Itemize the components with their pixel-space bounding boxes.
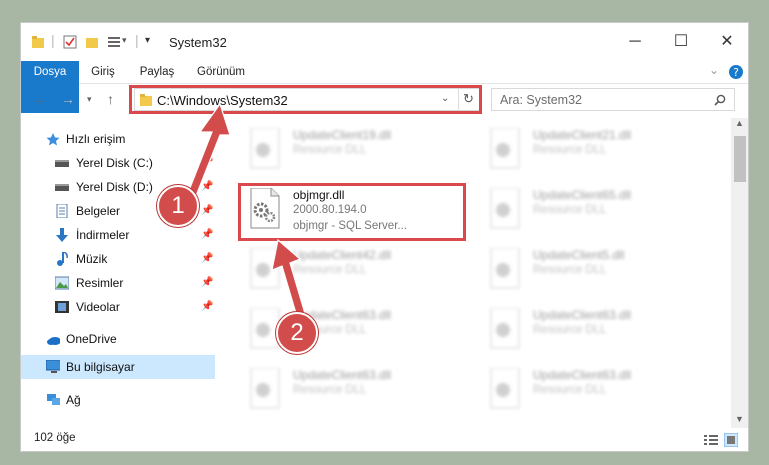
back-arrow-icon[interactable]: ← xyxy=(33,91,47,107)
title-bar: | ▾ | ▾ System32 ─ ☐ ✕ xyxy=(21,23,748,61)
sidebar-item-network[interactable]: Ağ xyxy=(21,388,215,412)
status-bar: 102 öğe xyxy=(21,428,748,451)
large-icons-view-icon[interactable] xyxy=(724,433,738,447)
recent-dropdown-icon[interactable]: ▾ xyxy=(87,94,92,105)
help-icon[interactable]: ? xyxy=(728,64,744,80)
details-view-icon[interactable] xyxy=(704,434,718,446)
quick-access-dropdown-icon[interactable]: ▾ xyxy=(145,35,150,51)
search-icon[interactable] xyxy=(714,94,726,106)
customize-icon[interactable] xyxy=(107,35,121,51)
scroll-down-icon[interactable]: ▼ xyxy=(735,414,744,424)
pin-icon[interactable]: 📌 xyxy=(201,253,213,264)
separator: | xyxy=(135,32,139,48)
tab-home[interactable]: Giriş xyxy=(83,61,123,83)
download-icon xyxy=(56,228,68,242)
sidebar-item-onedrive[interactable]: OneDrive xyxy=(21,327,215,351)
dll-file-icon xyxy=(490,128,520,169)
maximize-button[interactable]: ☐ xyxy=(658,23,704,61)
pin-icon[interactable]: 📌 xyxy=(201,277,213,288)
documents-icon xyxy=(56,204,68,218)
list-item[interactable]: UpdateClient63.dll Resource DLL xyxy=(477,302,713,354)
minimize-button[interactable]: ─ xyxy=(612,23,658,61)
sidebar-item-music[interactable]: Müzik 📌 xyxy=(21,247,215,271)
svg-text:?: ? xyxy=(733,66,739,79)
step-badge-1: 1 xyxy=(157,185,199,227)
step-badge-2: 2 xyxy=(276,312,318,354)
ribbon: Dosya Giriş Paylaş Görünüm ⌄ ? xyxy=(21,61,748,113)
ribbon-expand-icon[interactable]: ⌄ xyxy=(709,63,719,77)
list-item[interactable]: UpdateClient19.dll Resource DLL xyxy=(237,122,473,174)
computer-icon xyxy=(46,360,60,373)
chevron-down-icon[interactable]: ▾ xyxy=(122,35,127,51)
vertical-scrollbar[interactable]: ▲ ▼ xyxy=(731,118,748,428)
separator: | xyxy=(51,32,55,48)
list-item[interactable]: UpdateClient5.dll Resource DLL xyxy=(477,242,713,294)
new-folder-icon[interactable] xyxy=(85,35,99,51)
dll-file-icon xyxy=(250,368,280,409)
list-item[interactable]: UpdateClient63.dll Resource DLL xyxy=(477,362,713,414)
dll-file-icon xyxy=(490,188,520,229)
search-input[interactable]: Ara: System32 xyxy=(491,88,735,111)
drive-icon xyxy=(55,184,69,191)
star-icon xyxy=(46,133,60,146)
forward-arrow-icon[interactable]: → xyxy=(61,91,75,107)
pin-icon[interactable]: 📌 xyxy=(201,301,213,312)
sidebar-item-this-pc[interactable]: Bu bilgisayar xyxy=(21,355,215,379)
dll-file-icon xyxy=(250,128,280,169)
scroll-up-icon[interactable]: ▲ xyxy=(735,118,744,128)
window-title: System32 xyxy=(169,35,227,50)
up-arrow-icon[interactable]: ↑ xyxy=(107,91,114,107)
item-count: 102 öğe xyxy=(34,432,76,444)
dll-file-icon xyxy=(490,248,520,289)
list-item[interactable]: UpdateClient63.dll Resource DLL xyxy=(237,362,473,414)
file-highlight xyxy=(238,183,466,241)
pictures-icon xyxy=(55,276,69,290)
dll-file-icon xyxy=(490,368,520,409)
videos-icon xyxy=(55,301,69,313)
sidebar-item-pictures[interactable]: Resimler 📌 xyxy=(21,271,215,295)
cloud-icon xyxy=(47,337,60,345)
list-item[interactable]: UpdateClient65.dll Resource DLL xyxy=(477,182,713,234)
pin-icon[interactable]: 📌 xyxy=(201,229,213,240)
tab-share[interactable]: Paylaş xyxy=(133,61,181,83)
music-icon xyxy=(57,252,68,266)
scroll-thumb[interactable] xyxy=(734,136,746,182)
folder-icon[interactable] xyxy=(31,35,45,51)
close-button[interactable]: ✕ xyxy=(704,23,748,61)
list-item[interactable]: UpdateClient21.dll Resource DLL xyxy=(477,122,713,174)
search-placeholder: Ara: System32 xyxy=(500,93,582,107)
dll-file-icon xyxy=(490,308,520,349)
drive-icon xyxy=(55,160,69,167)
properties-icon[interactable] xyxy=(63,35,77,51)
sidebar-item-videos[interactable]: Videolar 📌 xyxy=(21,295,215,319)
tab-view[interactable]: Görünüm xyxy=(191,61,251,83)
sidebar-item-downloads[interactable]: İndirmeler 📌 xyxy=(21,223,215,247)
network-icon xyxy=(47,394,60,405)
